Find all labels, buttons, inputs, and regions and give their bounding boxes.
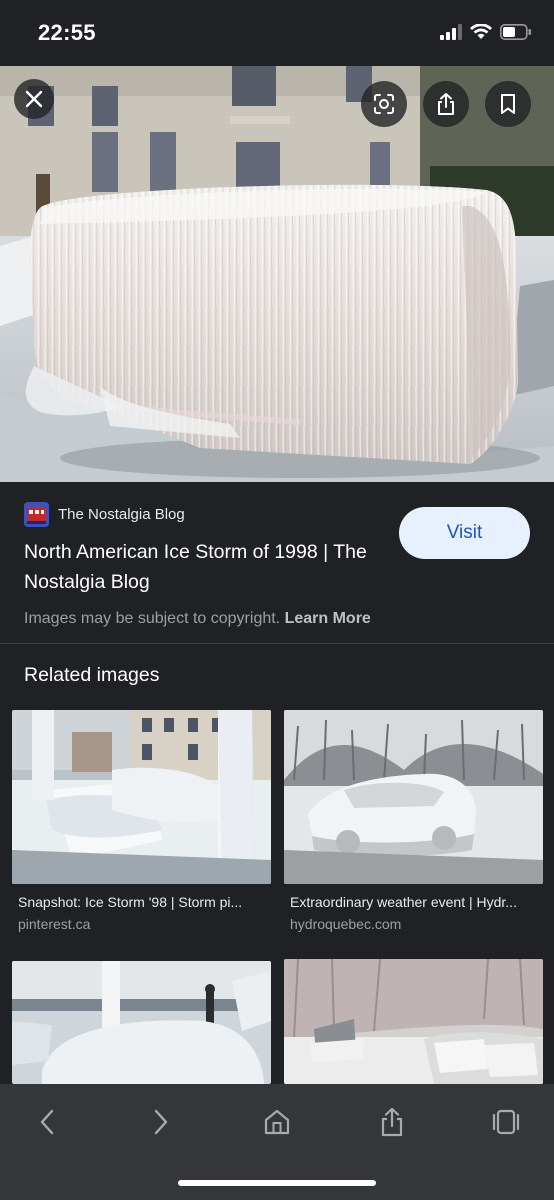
bookmark-button[interactable] (485, 81, 531, 127)
signal-bars-icon (440, 23, 462, 45)
visit-button[interactable]: Visit (399, 507, 530, 559)
related-image-thumbnail (284, 959, 543, 1084)
share-button[interactable] (423, 81, 469, 127)
site-favicon-icon (24, 502, 49, 527)
related-image-card[interactable] (12, 961, 271, 1100)
related-image-domain: hydroquebec.com (290, 916, 402, 932)
source-name: The Nostalgia Blog (58, 506, 185, 523)
forward-icon (153, 1109, 169, 1140)
related-image-thumbnail (12, 961, 271, 1084)
related-image-card[interactable] (284, 959, 543, 1100)
close-icon (25, 90, 43, 108)
image-viewer-screen: 22:55 The Nostalgia Blog North American … (0, 0, 554, 1200)
status-bar: 22:55 (0, 0, 554, 66)
tabs-icon (491, 1109, 521, 1140)
related-image-card[interactable]: Snapshot: Ice Storm '98 | Storm pi... pi… (12, 710, 271, 932)
share-icon (435, 92, 457, 116)
share-page-button[interactable] (370, 1102, 414, 1146)
ice-covered-van-image (0, 66, 554, 482)
battery-icon (500, 23, 532, 45)
home-button[interactable] (255, 1102, 299, 1146)
status-time: 22:55 (38, 20, 96, 45)
back-button[interactable] (25, 1102, 69, 1146)
related-images-heading: Related images (24, 664, 160, 686)
learn-more-link[interactable]: Learn More (285, 610, 371, 627)
result-info: The Nostalgia Blog North American Ice St… (0, 482, 554, 644)
share-icon (379, 1107, 405, 1142)
bookmark-icon (499, 93, 517, 115)
copyright-text: Images may be subject to copyright. (24, 610, 281, 627)
related-image-domain: pinterest.ca (18, 916, 91, 932)
related-image-caption: Snapshot: Ice Storm '98 | Storm pi... (18, 894, 243, 910)
home-indicator (178, 1180, 376, 1186)
close-button[interactable] (14, 79, 54, 119)
page-title[interactable]: North American Ice Storm of 1998 | The N… (24, 537, 384, 597)
tabs-button[interactable] (484, 1102, 528, 1146)
copyright-notice: Images may be subject to copyright. Lear… (24, 610, 371, 628)
main-image[interactable] (0, 66, 554, 482)
lens-button[interactable] (361, 81, 407, 127)
back-icon (39, 1109, 55, 1140)
status-icons (440, 22, 532, 46)
source-row[interactable]: The Nostalgia Blog (24, 502, 185, 527)
related-image-card[interactable]: Extraordinary weather event | Hydr... hy… (284, 710, 543, 932)
forward-button[interactable] (139, 1102, 183, 1146)
lens-icon (372, 92, 396, 116)
home-icon (263, 1108, 291, 1141)
related-image-thumbnail (284, 710, 543, 884)
related-image-thumbnail (12, 710, 271, 884)
related-image-caption: Extraordinary weather event | Hydr... (290, 894, 517, 910)
wifi-icon (470, 22, 492, 45)
